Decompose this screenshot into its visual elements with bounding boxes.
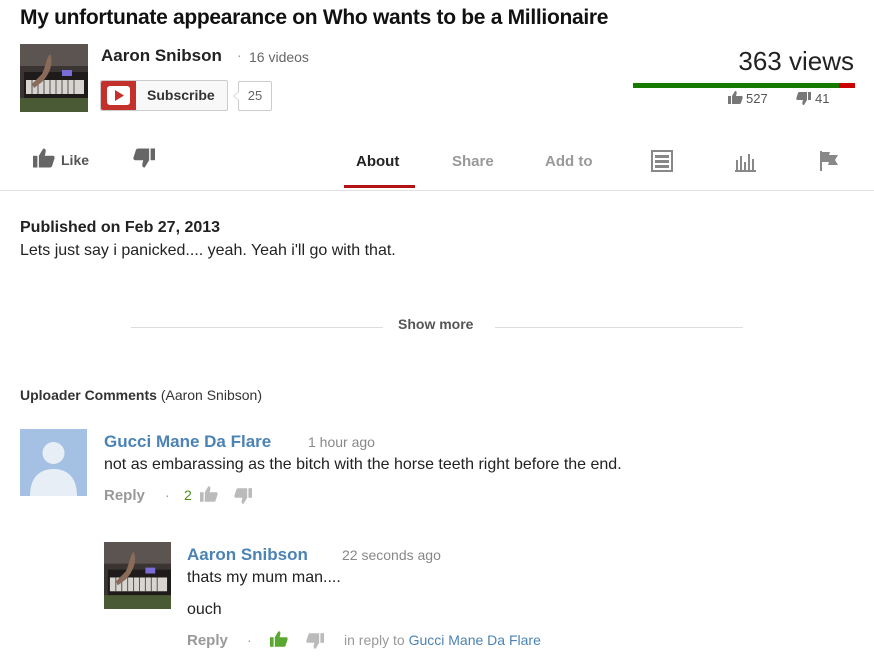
comments-heading-suffix: (Aaron Snibson) [160,387,262,403]
in-reply-to-link[interactable]: Gucci Mane Da Flare [409,632,541,648]
dislike-count: 41 [815,91,830,106]
like-count: 527 [746,91,768,106]
separator-dot: · [165,487,170,503]
show-more-button[interactable]: Show more [398,316,473,332]
tab-about[interactable]: About [356,153,399,170]
like-button[interactable]: Like [33,148,89,171]
thumbs-down-icon [133,148,155,174]
subscribe-label: Subscribe [147,87,215,103]
tab-add-to[interactable]: Add to [545,153,592,170]
uploader-comments-heading: Uploader Comments (Aaron Snibson) [20,387,262,403]
subscriber-count: 25 [233,81,272,111]
active-tab-indicator [344,185,415,188]
channel-avatar[interactable] [20,44,88,112]
divider [495,327,743,328]
like-ratio-fill [633,83,840,88]
comment-author[interactable]: Gucci Mane Da Flare [104,432,271,452]
flag-icon[interactable] [818,150,840,177]
dislike-button[interactable] [133,146,155,175]
like-ratio-bar [633,83,855,88]
divider [131,327,383,328]
comment-thumbs-up-icon[interactable] [200,486,218,507]
thumbs-up-small-icon [728,91,743,109]
video-description: Lets just say i panicked.... yeah. Yeah … [20,242,396,259]
comment-text: not as embarassing as the bitch with the… [104,456,622,473]
in-reply-to: in reply to Gucci Mane Da Flare [344,632,541,648]
stats-icon[interactable] [735,150,757,177]
published-date: Published on Feb 27, 2013 [20,219,221,236]
comment-text-line: thats my mum man.... [187,569,341,586]
reply-button[interactable]: Reply [104,487,145,504]
channel-video-count[interactable]: 16 videos [249,49,309,65]
transcript-icon[interactable] [651,150,673,177]
reply-button[interactable]: Reply [187,632,228,649]
comment-thumbs-down-icon[interactable] [306,633,324,654]
subscribe-button[interactable]: Subscribe [100,80,228,111]
youtube-logo-icon [101,81,136,110]
comment-thumbs-down-icon[interactable] [234,488,252,509]
comment-thumbs-up-icon[interactable] [270,631,288,652]
thumbs-down-small-icon [796,92,811,110]
separator-dot: · [247,632,252,648]
in-reply-prefix: in reply to [344,632,405,648]
comment-author[interactable]: Aaron Snibson [187,545,308,565]
channel-separator: · [237,47,242,63]
comment-text-line: ouch [187,601,222,618]
commenter-avatar[interactable] [20,429,87,496]
reply-author-avatar[interactable] [104,542,171,609]
thumbs-up-icon [33,148,55,171]
like-label: Like [61,152,90,168]
comment-time[interactable]: 22 seconds ago [342,547,441,563]
video-title: My unfortunate appearance on Who wants t… [20,6,609,29]
channel-name[interactable]: Aaron Snibson [101,46,222,66]
tab-share[interactable]: Share [452,153,494,170]
comment-time[interactable]: 1 hour ago [308,434,375,450]
comments-heading-label: Uploader Comments [20,387,157,403]
view-count: 363 views [738,46,854,76]
comment-like-count: 2 [184,487,192,503]
